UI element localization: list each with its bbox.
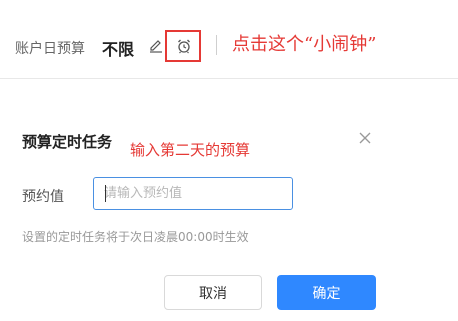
effective-time-hint: 设置的定时任务将于次日凌晨00:00时生效 xyxy=(22,230,249,244)
pencil-icon[interactable] xyxy=(148,38,164,54)
annotation-click-alarm: 点击这个“小闹钟” xyxy=(232,34,377,55)
text-cursor xyxy=(105,185,106,202)
budget-schedule-dialog: 预算定时任务 输入第二天的预算 预约值 设置的定时任务将于次日凌晨00:00时生… xyxy=(0,79,458,321)
account-daily-budget-value: 不限 xyxy=(102,40,135,59)
account-daily-budget-label: 账户日预算 xyxy=(15,41,85,57)
close-icon[interactable] xyxy=(357,130,373,146)
budget-header: 账户日预算 不限 点击这个“小闹钟” xyxy=(0,0,458,79)
header-divider xyxy=(216,35,217,55)
reservation-value-label: 预约值 xyxy=(22,189,64,205)
annotation-enter-budget: 输入第二天的预算 xyxy=(130,141,251,159)
alarm-highlight-box xyxy=(165,30,201,62)
alarm-clock-icon[interactable] xyxy=(176,38,192,54)
dialog-title: 预算定时任务 xyxy=(22,133,113,151)
confirm-button[interactable]: 确定 xyxy=(277,275,376,310)
cancel-button[interactable]: 取消 xyxy=(164,275,262,310)
reservation-value-input[interactable] xyxy=(93,177,293,210)
